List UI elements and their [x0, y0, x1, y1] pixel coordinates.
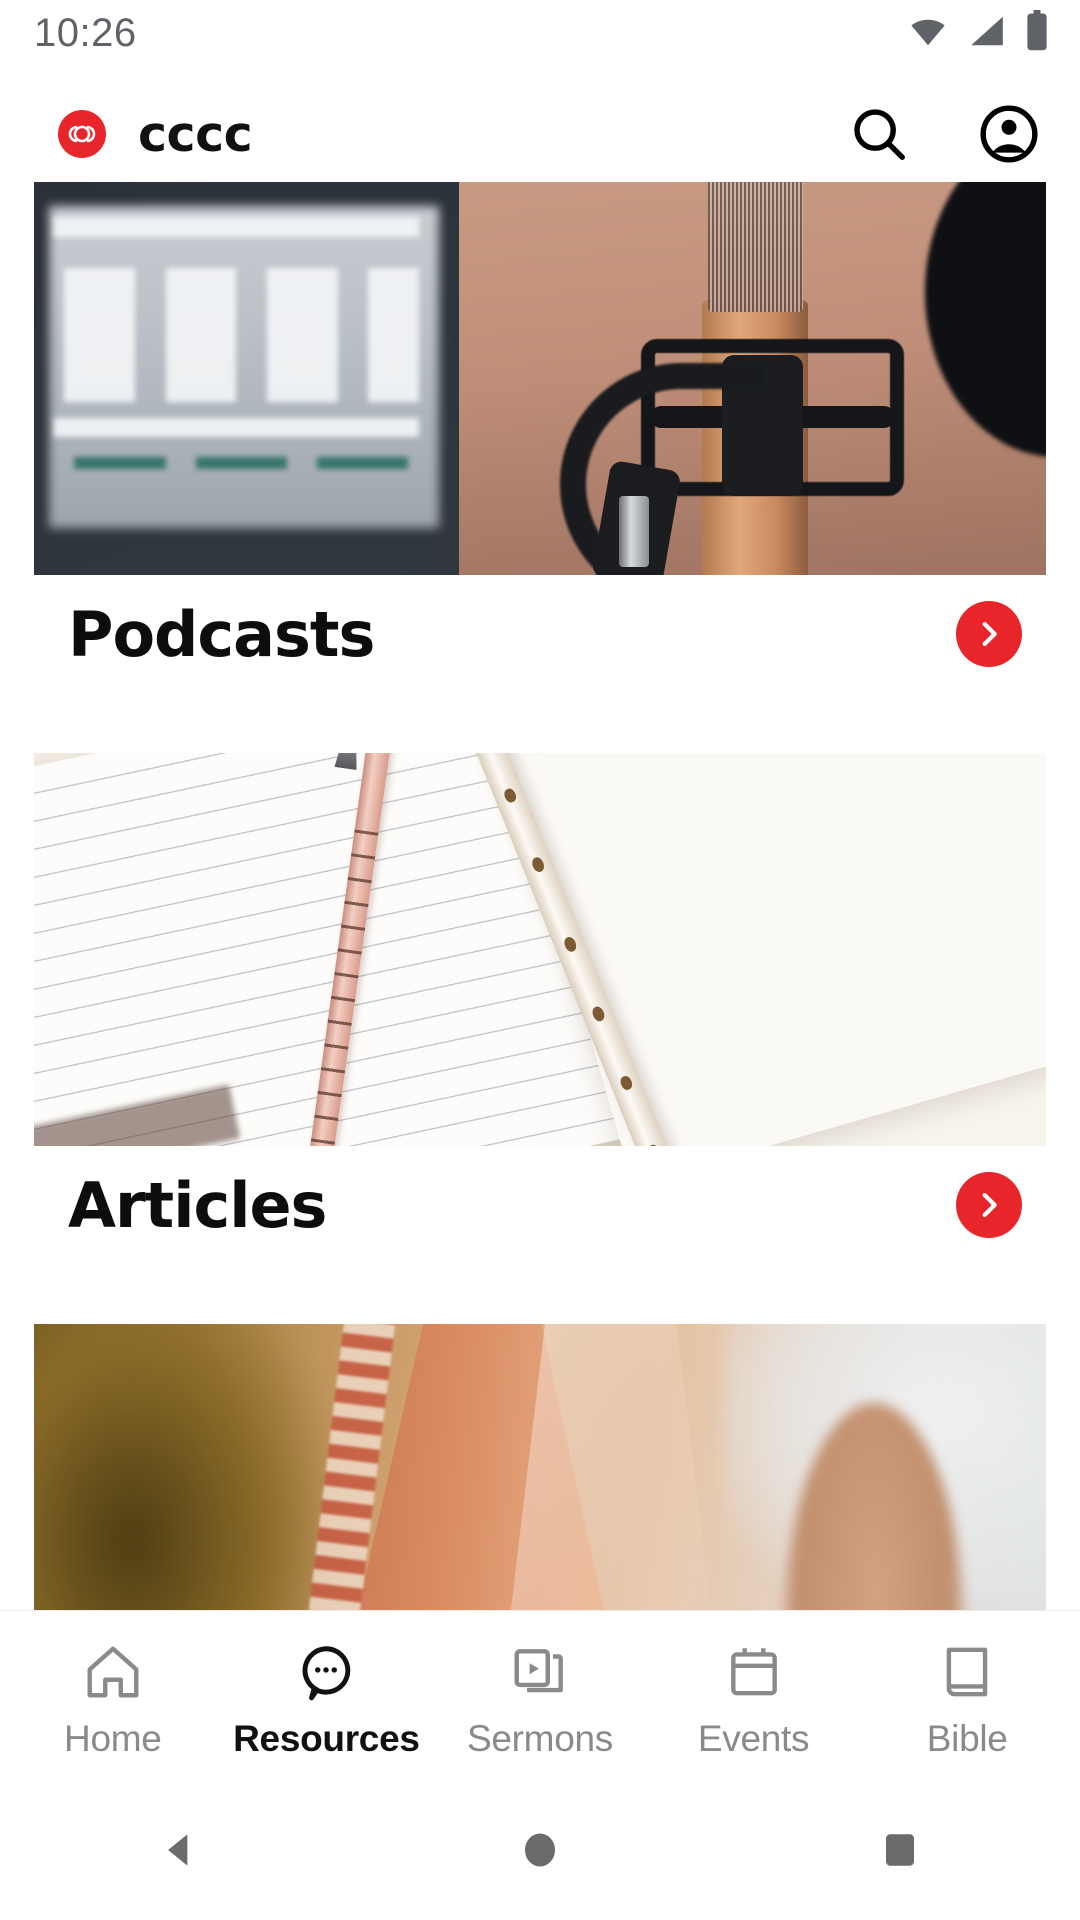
nav-item-label: Sermons — [467, 1717, 613, 1759]
app-bar: cccc — [0, 86, 1080, 182]
book-icon — [936, 1640, 998, 1704]
home-circle-icon[interactable] — [460, 1780, 620, 1920]
nav-item-label: Bible — [926, 1717, 1008, 1759]
status-clock: 10:26 — [34, 10, 137, 55]
resource-card-articles[interactable]: Articles — [0, 753, 1080, 1264]
back-triangle-icon[interactable] — [100, 1780, 260, 1920]
nav-item-label: Home — [64, 1717, 162, 1759]
nav-item-bible[interactable]: Bible — [867, 1632, 1067, 1760]
bottom-navigation-bar: Home Resources Sermons Events Bible — [0, 1610, 1080, 1780]
status-icon-group — [906, 9, 1050, 57]
cellular-signal-icon — [966, 12, 1008, 55]
podcasts-card-footer: Podcasts — [0, 575, 1080, 693]
android-system-navigation — [0, 1780, 1080, 1920]
battery-icon — [1024, 9, 1050, 57]
app-title: cccc — [138, 105, 253, 163]
home-icon — [82, 1640, 144, 1704]
resource-card-podcasts[interactable]: Podcasts — [0, 182, 1080, 693]
nav-item-home[interactable]: Home — [13, 1632, 213, 1760]
nav-item-sermons[interactable]: Sermons — [440, 1632, 640, 1760]
card-separator — [0, 1264, 1080, 1324]
articles-card-image — [34, 753, 1046, 1146]
search-icon[interactable] — [848, 103, 910, 165]
status-bar: 10:26 — [0, 0, 1080, 66]
chevron-right-icon[interactable] — [956, 1172, 1022, 1238]
video-library-icon — [509, 1640, 571, 1704]
recents-square-icon[interactable] — [820, 1780, 980, 1920]
calendar-icon — [723, 1640, 785, 1704]
nav-item-label: Events — [697, 1717, 810, 1759]
phone-screen: 10:26 cccc Podcasts Articles Home Resour… — [0, 0, 1080, 1920]
nav-item-resources[interactable]: Resources — [226, 1632, 426, 1760]
chevron-right-icon[interactable] — [956, 601, 1022, 667]
app-bar-actions — [848, 103, 1040, 165]
card-title: Podcasts — [68, 597, 375, 671]
wifi-icon — [906, 12, 950, 55]
brand-block[interactable]: cccc — [58, 105, 253, 163]
account-circle-icon[interactable] — [978, 103, 1040, 165]
nav-item-label: Resources — [233, 1717, 420, 1759]
cccc-brand-logo-icon — [58, 110, 106, 158]
chat-bubble-dots-icon — [295, 1640, 357, 1704]
resources-scroll-area[interactable]: Podcasts Articles — [0, 182, 1080, 1610]
card-title: Articles — [68, 1168, 327, 1242]
articles-card-footer: Articles — [0, 1146, 1080, 1264]
nav-item-events[interactable]: Events — [654, 1632, 854, 1760]
card-separator — [0, 693, 1080, 753]
third-card-image — [34, 1324, 1046, 1610]
podcasts-card-image — [34, 182, 1046, 575]
resource-card-third[interactable] — [0, 1324, 1080, 1610]
